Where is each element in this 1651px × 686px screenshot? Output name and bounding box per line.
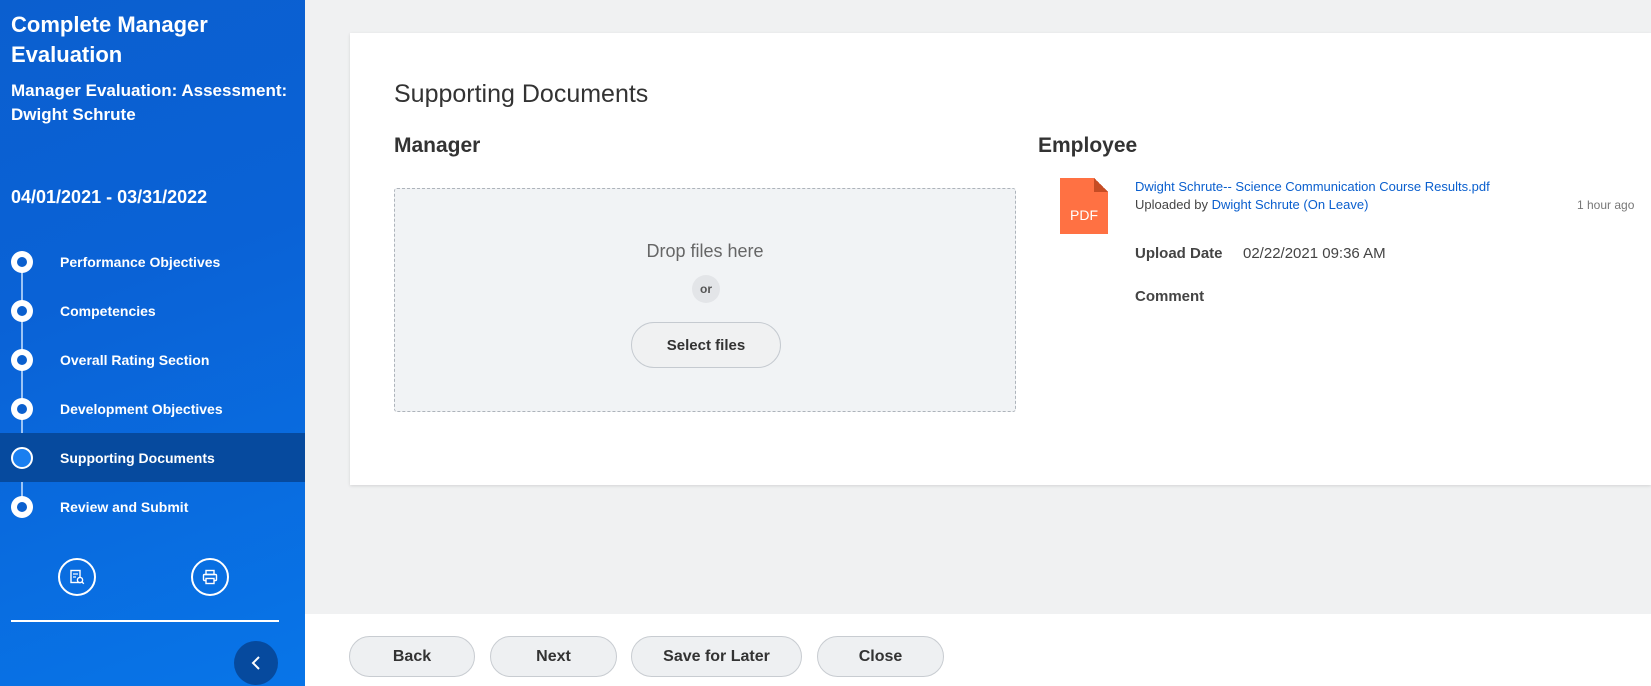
step-indicator-icon [11,495,33,518]
step-development-objectives[interactable]: Development Objectives [0,384,305,433]
upload-date-value: 02/22/2021 09:36 AM [1243,245,1386,262]
pdf-corner [1094,178,1108,192]
action-footer: Back Next Save for Later Close [305,614,1651,686]
drop-files-text: Drop files here [646,241,764,261]
uploaded-by-prefix: Uploaded by [1135,197,1208,212]
step-label: Overall Rating Section [60,351,210,368]
step-indicator-icon [11,250,33,273]
step-label: Competencies [60,302,156,319]
pdf-file-icon: PDF [1060,178,1108,234]
file-dropzone[interactable]: Drop files here or Select files [394,188,1016,412]
back-button[interactable]: Back [349,636,475,677]
step-indicator-icon [11,446,33,469]
pdf-icon-label: PDF [1070,207,1098,223]
chevron-left-icon [251,656,260,670]
step-label: Development Objectives [60,400,223,417]
task-subtitle: Manager Evaluation: Assessment: Dwight S… [11,81,288,124]
step-indicator-icon [11,348,33,371]
step-review-and-submit[interactable]: Review and Submit [0,482,305,531]
upload-time-ago: 1 hour ago [1577,198,1635,212]
sidebar-divider [11,620,279,622]
close-button[interactable]: Close [817,636,944,677]
comment-label: Comment [1135,288,1205,305]
or-divider: or [692,275,720,303]
print-button[interactable] [191,558,229,596]
step-label: Supporting Documents [60,449,215,466]
upload-date-label: Upload Date [1135,245,1223,262]
supporting-documents-card: Supporting Documents Manager Employee Dr… [350,33,1651,485]
step-competencies[interactable]: Competencies [0,286,305,335]
document-search-button[interactable] [58,558,96,596]
step-supporting-documents[interactable]: Supporting Documents [0,433,305,482]
step-performance-objectives[interactable]: Performance Objectives [0,237,305,286]
review-period: 04/01/2021 - 03/31/2022 [11,187,208,207]
collapse-sidebar-button[interactable] [234,641,278,685]
page-title: Supporting Documents [394,80,649,108]
select-files-button[interactable]: Select files [631,322,781,368]
sidebar: Complete Manager Evaluation Manager Eval… [0,0,305,686]
employee-heading: Employee [1038,134,1138,157]
step-label: Review and Submit [60,498,189,515]
step-indicator-icon [11,397,33,420]
uploaded-by-row: Uploaded by Dwight Schrute (On Leave) [1135,197,1368,212]
print-icon [202,569,218,585]
save-for-later-button[interactable]: Save for Later [631,636,802,677]
file-name-link[interactable]: Dwight Schrute-- Science Communication C… [1135,179,1490,194]
task-title: Complete Manager Evaluation [11,12,208,67]
step-indicator-icon [11,299,33,322]
document-search-icon [70,569,85,585]
step-overall-rating-section[interactable]: Overall Rating Section [0,335,305,384]
manager-heading: Manager [394,134,481,157]
step-label: Performance Objectives [60,253,221,270]
uploader-link[interactable]: Dwight Schrute (On Leave) [1212,197,1369,212]
next-button[interactable]: Next [490,636,617,677]
